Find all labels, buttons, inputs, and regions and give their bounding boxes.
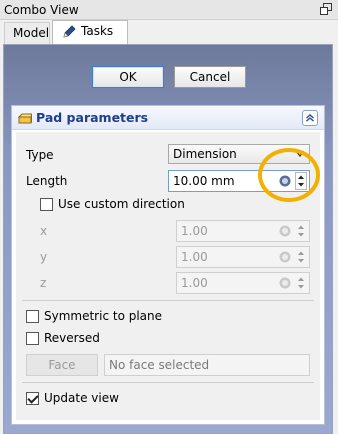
cancel-button[interactable]: Cancel [174, 66, 246, 88]
combo-view-titlebar: Combo View [0, 0, 338, 20]
window-title: Combo View [4, 3, 79, 17]
stepper-arrows-icon [298, 251, 304, 263]
tab-model[interactable]: Model [4, 22, 50, 44]
stepper-arrows-icon [298, 277, 304, 289]
x-label: x [40, 224, 48, 238]
custom-direction-label: Use custom direction [58, 197, 185, 211]
length-label: Length [26, 174, 68, 188]
ok-button[interactable]: OK [92, 66, 164, 88]
z-value: 1.00 [181, 276, 208, 290]
z-label: z [40, 276, 47, 290]
custom-direction-checkbox[interactable] [40, 198, 53, 211]
reversed-checkbox[interactable] [26, 332, 39, 345]
y-input[interactable]: 1.00 [176, 246, 310, 268]
tab-bar: Model Tasks [0, 20, 338, 44]
tab-tasks-label: Tasks [81, 24, 114, 38]
type-value: Dimension [173, 147, 237, 161]
y-label: y [40, 250, 48, 264]
stepper-arrows-icon [298, 225, 304, 237]
pad-parameters-title: Pad parameters [36, 110, 149, 125]
pencil-icon [63, 24, 76, 38]
tab-model-label: Model [13, 26, 50, 40]
x-value: 1.00 [181, 224, 208, 238]
face-button[interactable]: Face [26, 354, 98, 376]
pad-feature-icon [18, 113, 32, 124]
symmetric-checkbox[interactable] [26, 310, 39, 323]
units-expression-icon [279, 225, 291, 237]
update-view-label: Update view [44, 391, 119, 405]
float-window-icon[interactable] [320, 3, 332, 15]
symmetric-label: Symmetric to plane [44, 309, 163, 323]
z-input[interactable]: 1.00 [176, 272, 310, 294]
collapse-chevron-icon[interactable] [302, 110, 318, 126]
tab-tasks[interactable]: Tasks [52, 20, 128, 44]
separator [22, 300, 314, 301]
face-field: No face selected [104, 354, 310, 376]
pad-parameters-header[interactable]: Pad parameters [12, 106, 324, 130]
reversed-label: Reversed [44, 331, 100, 345]
units-expression-icon [279, 251, 291, 263]
length-value: 10.00 mm [173, 174, 235, 188]
separator [22, 382, 314, 383]
update-view-checkbox[interactable] [26, 392, 39, 405]
y-value: 1.00 [181, 250, 208, 264]
task-panel: OK Cancel Pad parameters Type Dimension [3, 44, 333, 434]
type-label: Type [26, 148, 54, 162]
units-expression-icon [279, 277, 291, 289]
x-input[interactable]: 1.00 [176, 220, 310, 242]
highlight-circle [258, 148, 320, 202]
